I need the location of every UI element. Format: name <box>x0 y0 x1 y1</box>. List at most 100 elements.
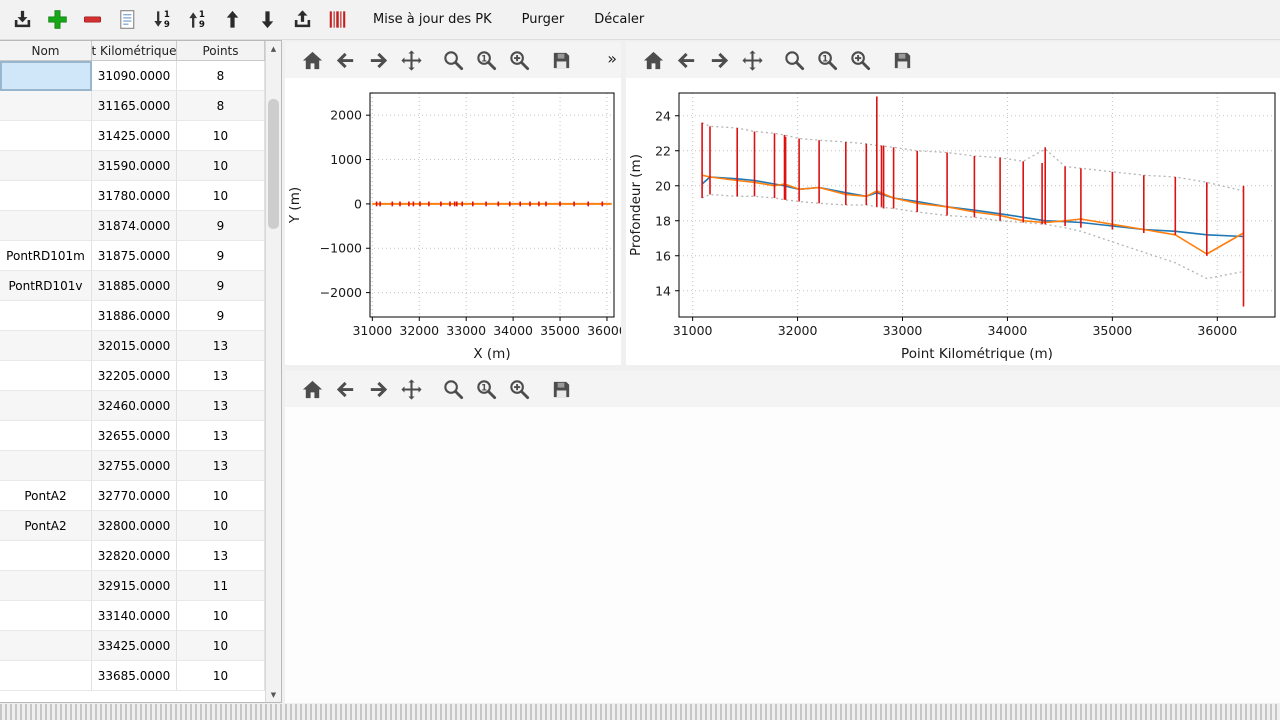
zoom-plus-button[interactable] <box>504 374 534 404</box>
table-cell-nom[interactable] <box>0 331 92 361</box>
table-cell-pk[interactable]: 32820.0000 <box>92 541 177 571</box>
table-cell-points[interactable]: 9 <box>177 211 265 241</box>
table-cell-points[interactable]: 11 <box>177 571 265 601</box>
move-up-button[interactable] <box>216 3 249 37</box>
table-cell-pk[interactable]: 33685.0000 <box>92 661 177 691</box>
table-cell-nom[interactable] <box>0 631 92 661</box>
scrollbar-thumb[interactable] <box>268 99 279 229</box>
plot3-canvas-empty[interactable] <box>285 407 1280 703</box>
table-cell-points[interactable]: 9 <box>177 271 265 301</box>
back-button[interactable] <box>330 374 360 404</box>
table-cell-pk[interactable]: 32915.0000 <box>92 571 177 601</box>
zoom-button[interactable] <box>779 45 809 75</box>
scrollbar-down-arrow-icon[interactable]: ▼ <box>266 687 281 702</box>
sort-ascending-button[interactable] <box>181 3 214 37</box>
table-cell-pk[interactable]: 32800.0000 <box>92 511 177 541</box>
column-header-point-kilometrique[interactable]: t Kilométrique <box>92 41 177 61</box>
zoom-one-button[interactable] <box>471 374 501 404</box>
table-cell-points[interactable]: 13 <box>177 541 265 571</box>
column-header-points[interactable]: Points <box>177 41 265 61</box>
zoom-plus-button[interactable] <box>504 45 534 75</box>
move-down-button[interactable] <box>251 3 284 37</box>
table-cell-pk[interactable]: 32655.0000 <box>92 421 177 451</box>
table-cell-points[interactable]: 10 <box>177 631 265 661</box>
table-cell-pk[interactable]: 32460.0000 <box>92 391 177 421</box>
zoom-one-button[interactable] <box>812 45 842 75</box>
table-cell-points[interactable]: 9 <box>177 241 265 271</box>
profiles-button[interactable] <box>321 3 354 37</box>
column-header-nom[interactable]: Nom <box>0 41 92 61</box>
table-cell-nom[interactable] <box>0 421 92 451</box>
table-cell-pk[interactable]: 31875.0000 <box>92 241 177 271</box>
shift-button[interactable]: Décaler <box>583 5 655 35</box>
back-button[interactable] <box>671 45 701 75</box>
forward-button[interactable] <box>363 45 393 75</box>
table-cell-pk[interactable]: 31885.0000 <box>92 271 177 301</box>
add-button[interactable] <box>41 3 74 37</box>
edit-list-button[interactable] <box>111 3 144 37</box>
table-cell-nom[interactable]: PontRD101v <box>0 271 92 301</box>
forward-button[interactable] <box>363 374 393 404</box>
table-cell-points[interactable]: 10 <box>177 661 265 691</box>
scrollbar-up-arrow-icon[interactable]: ▲ <box>266 41 281 56</box>
pan-button[interactable] <box>737 45 767 75</box>
table-cell-nom[interactable] <box>0 541 92 571</box>
table-cell-pk[interactable]: 31090.0000 <box>92 61 177 91</box>
home-button[interactable] <box>297 45 327 75</box>
table-cell-points[interactable]: 13 <box>177 421 265 451</box>
table-cell-points[interactable]: 10 <box>177 601 265 631</box>
table-cell-pk[interactable]: 33140.0000 <box>92 601 177 631</box>
table-cell-points[interactable]: 8 <box>177 91 265 121</box>
table-cell-nom[interactable] <box>0 571 92 601</box>
table-cell-pk[interactable]: 31780.0000 <box>92 181 177 211</box>
table-cell-points[interactable]: 13 <box>177 361 265 391</box>
table-cell-nom[interactable]: PontRD101m <box>0 241 92 271</box>
table-cell-nom[interactable] <box>0 451 92 481</box>
table-cell-pk[interactable]: 31425.0000 <box>92 121 177 151</box>
table-cell-nom[interactable] <box>0 91 92 121</box>
table-cell-pk[interactable]: 31874.0000 <box>92 211 177 241</box>
sort-descending-button[interactable] <box>146 3 179 37</box>
table-cell-pk[interactable]: 32755.0000 <box>92 451 177 481</box>
save-button[interactable] <box>887 45 917 75</box>
table-cell-pk[interactable]: 32015.0000 <box>92 331 177 361</box>
pan-button[interactable] <box>396 45 426 75</box>
table-cell-nom[interactable] <box>0 361 92 391</box>
import-button[interactable] <box>6 3 39 37</box>
zoom-one-button[interactable] <box>471 45 501 75</box>
table-cell-pk[interactable]: 32770.0000 <box>92 481 177 511</box>
table-cell-pk[interactable]: 31590.0000 <box>92 151 177 181</box>
zoom-button[interactable] <box>438 45 468 75</box>
plot-profile-canvas[interactable]: 3100032000330003400035000360001416182022… <box>626 78 1280 365</box>
plot-plan-canvas[interactable]: 310003200033000340003500036000−2000−1000… <box>285 78 621 365</box>
save-button[interactable] <box>546 45 576 75</box>
table-cell-nom[interactable] <box>0 601 92 631</box>
toolbar-overflow-chevron[interactable]: » <box>607 49 617 68</box>
table-cell-points[interactable]: 10 <box>177 151 265 181</box>
table-cell-nom[interactable] <box>0 181 92 211</box>
table-cell-nom[interactable] <box>0 211 92 241</box>
update-pk-button[interactable]: Mise à jour des PK <box>362 5 503 35</box>
table-scrollbar[interactable]: ▲ ▼ <box>265 41 281 702</box>
table-cell-nom[interactable] <box>0 391 92 421</box>
export-button[interactable] <box>286 3 319 37</box>
back-button[interactable] <box>330 45 360 75</box>
table-cell-nom[interactable] <box>0 661 92 691</box>
pan-button[interactable] <box>396 374 426 404</box>
table-cell-points[interactable]: 8 <box>177 61 265 91</box>
table-cell-pk[interactable]: 31165.0000 <box>92 91 177 121</box>
table-cell-nom[interactable] <box>0 61 92 91</box>
table-cell-points[interactable]: 10 <box>177 481 265 511</box>
table-cell-points[interactable]: 9 <box>177 301 265 331</box>
zoom-button[interactable] <box>438 374 468 404</box>
table-cell-points[interactable]: 10 <box>177 121 265 151</box>
table-cell-points[interactable]: 10 <box>177 181 265 211</box>
table-cell-points[interactable]: 13 <box>177 451 265 481</box>
table-cell-points[interactable]: 10 <box>177 511 265 541</box>
table-cell-nom[interactable] <box>0 301 92 331</box>
table-cell-pk[interactable]: 32205.0000 <box>92 361 177 391</box>
table-cell-pk[interactable]: 33425.0000 <box>92 631 177 661</box>
table-cell-pk[interactable]: 31886.0000 <box>92 301 177 331</box>
remove-button[interactable] <box>76 3 109 37</box>
home-button[interactable] <box>297 374 327 404</box>
